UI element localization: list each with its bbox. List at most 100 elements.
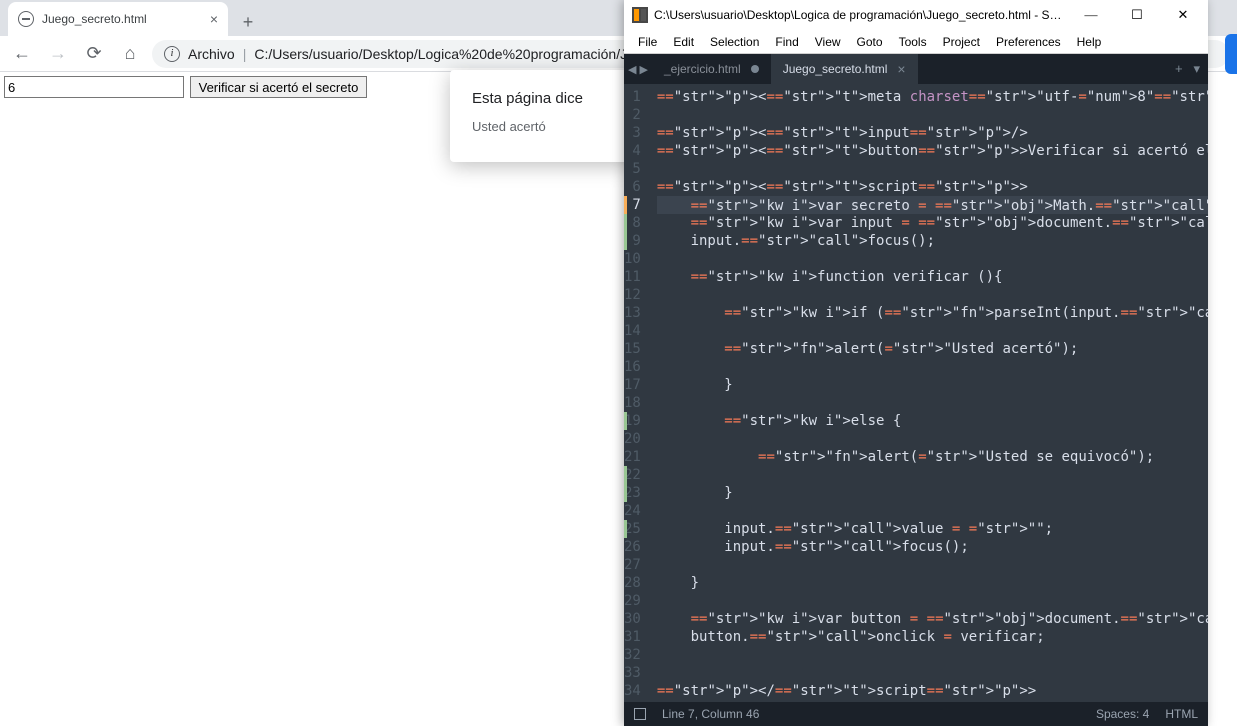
code-line[interactable]: =="str">"kw i">else { xyxy=(657,412,1208,430)
line-number[interactable]: 1 xyxy=(624,88,641,106)
reload-button[interactable]: ⟳ xyxy=(80,40,108,68)
verify-button[interactable]: Verificar si acertó el secreto xyxy=(190,76,368,98)
code-line[interactable] xyxy=(657,664,1208,682)
code-line[interactable]: input.=="str">"call">focus(); xyxy=(657,538,1208,556)
status-spaces[interactable]: Spaces: 4 xyxy=(1096,707,1149,721)
line-number[interactable]: 16 xyxy=(624,358,641,376)
code-line[interactable]: =="str">"p"><=="str">"t">script=="str">"… xyxy=(657,178,1208,196)
home-button[interactable]: ⌂ xyxy=(116,40,144,68)
close-icon[interactable]: × xyxy=(210,11,218,27)
forward-button[interactable]: → xyxy=(44,40,72,68)
line-number[interactable]: 29 xyxy=(624,592,641,610)
menu-tools[interactable]: Tools xyxy=(891,35,935,49)
close-window-button[interactable]: ✕ xyxy=(1160,0,1206,30)
code-line[interactable]: =="str">"fn">alert(="str">"Usted se equi… xyxy=(657,448,1208,466)
menu-find[interactable]: Find xyxy=(767,35,806,49)
line-number[interactable]: 20 xyxy=(624,430,641,448)
menu-selection[interactable]: Selection xyxy=(702,35,767,49)
code-line[interactable] xyxy=(657,430,1208,448)
minimize-button[interactable]: — xyxy=(1068,0,1114,30)
line-number[interactable]: 6 xyxy=(624,178,641,196)
code-line[interactable]: input.=="str">"call">value = ="str">""; xyxy=(657,520,1208,538)
code-line[interactable]: } xyxy=(657,574,1208,592)
code-line[interactable]: =="str">"kw i">function verificar (){ xyxy=(657,268,1208,286)
line-number[interactable]: 30 xyxy=(624,610,641,628)
code-line[interactable] xyxy=(657,646,1208,664)
maximize-button[interactable]: ☐ xyxy=(1114,0,1160,30)
code-line[interactable]: =="str">"p"><=="str">"t">button=="str">"… xyxy=(657,142,1208,160)
code-line[interactable] xyxy=(657,502,1208,520)
code-line[interactable]: =="str">"kw i">var secreto = =="str">"ob… xyxy=(657,196,1208,214)
line-number[interactable]: 14 xyxy=(624,322,641,340)
code-line[interactable] xyxy=(657,358,1208,376)
line-number[interactable]: 27 xyxy=(624,556,641,574)
back-button[interactable]: ← xyxy=(8,40,36,68)
code-line[interactable] xyxy=(657,250,1208,268)
line-number[interactable]: 28 xyxy=(624,574,641,592)
code-line[interactable]: =="str">"p"></=="str">"t">script=="str">… xyxy=(657,682,1208,700)
code-line[interactable] xyxy=(657,106,1208,124)
line-gutter[interactable]: 1234567891011121314151617181920212223242… xyxy=(624,84,651,702)
line-number[interactable]: 11 xyxy=(624,268,641,286)
menu-view[interactable]: View xyxy=(807,35,849,49)
code-line[interactable]: } xyxy=(657,484,1208,502)
code-line[interactable]: } xyxy=(657,376,1208,394)
code-line[interactable]: =="str">"kw i">if (=="str">"fn">parseInt… xyxy=(657,304,1208,322)
tab-nav-arrows[interactable]: ◀ ▶ xyxy=(624,54,652,84)
code-line[interactable] xyxy=(657,160,1208,178)
line-number[interactable]: 10 xyxy=(624,250,641,268)
line-number[interactable]: 3 xyxy=(624,124,641,142)
menu-help[interactable]: Help xyxy=(1069,35,1110,49)
panel-toggle-icon[interactable] xyxy=(634,708,646,720)
code-line[interactable]: =="str">"p"><=="str">"t">input=="str">"p… xyxy=(657,124,1208,142)
menu-preferences[interactable]: Preferences xyxy=(988,35,1069,49)
code-line[interactable]: =="str">"fn">alert(="str">"Usted acertó"… xyxy=(657,340,1208,358)
line-number[interactable]: 21 xyxy=(624,448,641,466)
code-line[interactable]: button.=="str">"call">onclick = verifica… xyxy=(657,628,1208,646)
editor-tab-label: Juego_secreto.html xyxy=(783,62,888,76)
code-line[interactable]: =="str">"kw i">var input = =="str">"obj"… xyxy=(657,214,1208,232)
code-line[interactable]: =="str">"kw i">var button = =="str">"obj… xyxy=(657,610,1208,628)
new-tab-button[interactable]: + xyxy=(234,8,262,36)
sublime-window: C:\Users\usuario\Desktop\Logica de progr… xyxy=(624,0,1208,726)
line-number[interactable]: 15 xyxy=(624,340,641,358)
code-line[interactable]: input.=="str">"call">focus(); xyxy=(657,232,1208,250)
line-number[interactable]: 26 xyxy=(624,538,641,556)
browser-tab[interactable]: Juego_secreto.html × xyxy=(8,2,228,36)
editor-tab[interactable]: _ejercicio.html xyxy=(652,54,771,84)
menu-edit[interactable]: Edit xyxy=(665,35,702,49)
line-number[interactable]: 18 xyxy=(624,394,641,412)
window-title: C:\Users\usuario\Desktop\Logica de progr… xyxy=(654,8,1068,22)
code-line[interactable]: =="str">"p"><=="str">"t">meta charset=="… xyxy=(657,88,1208,106)
line-number[interactable]: 17 xyxy=(624,376,641,394)
line-number[interactable]: 2 xyxy=(624,106,641,124)
menu-goto[interactable]: Goto xyxy=(849,35,891,49)
dirty-dot-icon[interactable] xyxy=(751,65,759,73)
line-number[interactable]: 34 xyxy=(624,682,641,700)
line-number[interactable]: 5 xyxy=(624,160,641,178)
line-number[interactable]: 13 xyxy=(624,304,641,322)
info-icon[interactable]: i xyxy=(164,46,180,62)
code-editor[interactable]: =="str">"p"><=="str">"t">meta charset=="… xyxy=(651,84,1208,702)
code-line[interactable] xyxy=(657,394,1208,412)
menu-file[interactable]: File xyxy=(630,35,665,49)
code-line[interactable] xyxy=(657,592,1208,610)
window-titlebar[interactable]: C:\Users\usuario\Desktop\Logica de progr… xyxy=(624,0,1208,30)
status-language[interactable]: HTML xyxy=(1165,707,1198,721)
code-line[interactable] xyxy=(657,466,1208,484)
line-number[interactable]: 31 xyxy=(624,628,641,646)
line-number[interactable]: 32 xyxy=(624,646,641,664)
line-number[interactable]: 24 xyxy=(624,502,641,520)
tabstrip-overflow[interactable]: + ▾ xyxy=(1167,54,1208,84)
editor-tabstrip: ◀ ▶ _ejercicio.html Juego_secreto.html × +… xyxy=(624,54,1208,84)
code-line[interactable] xyxy=(657,556,1208,574)
menu-project[interactable]: Project xyxy=(935,35,988,49)
guess-input[interactable] xyxy=(4,76,184,98)
line-number[interactable]: 33 xyxy=(624,664,641,682)
line-number[interactable]: 4 xyxy=(624,142,641,160)
code-line[interactable] xyxy=(657,322,1208,340)
editor-tab[interactable]: Juego_secreto.html × xyxy=(771,54,918,84)
line-number[interactable]: 12 xyxy=(624,286,641,304)
code-line[interactable] xyxy=(657,286,1208,304)
close-icon[interactable]: × xyxy=(897,61,905,77)
